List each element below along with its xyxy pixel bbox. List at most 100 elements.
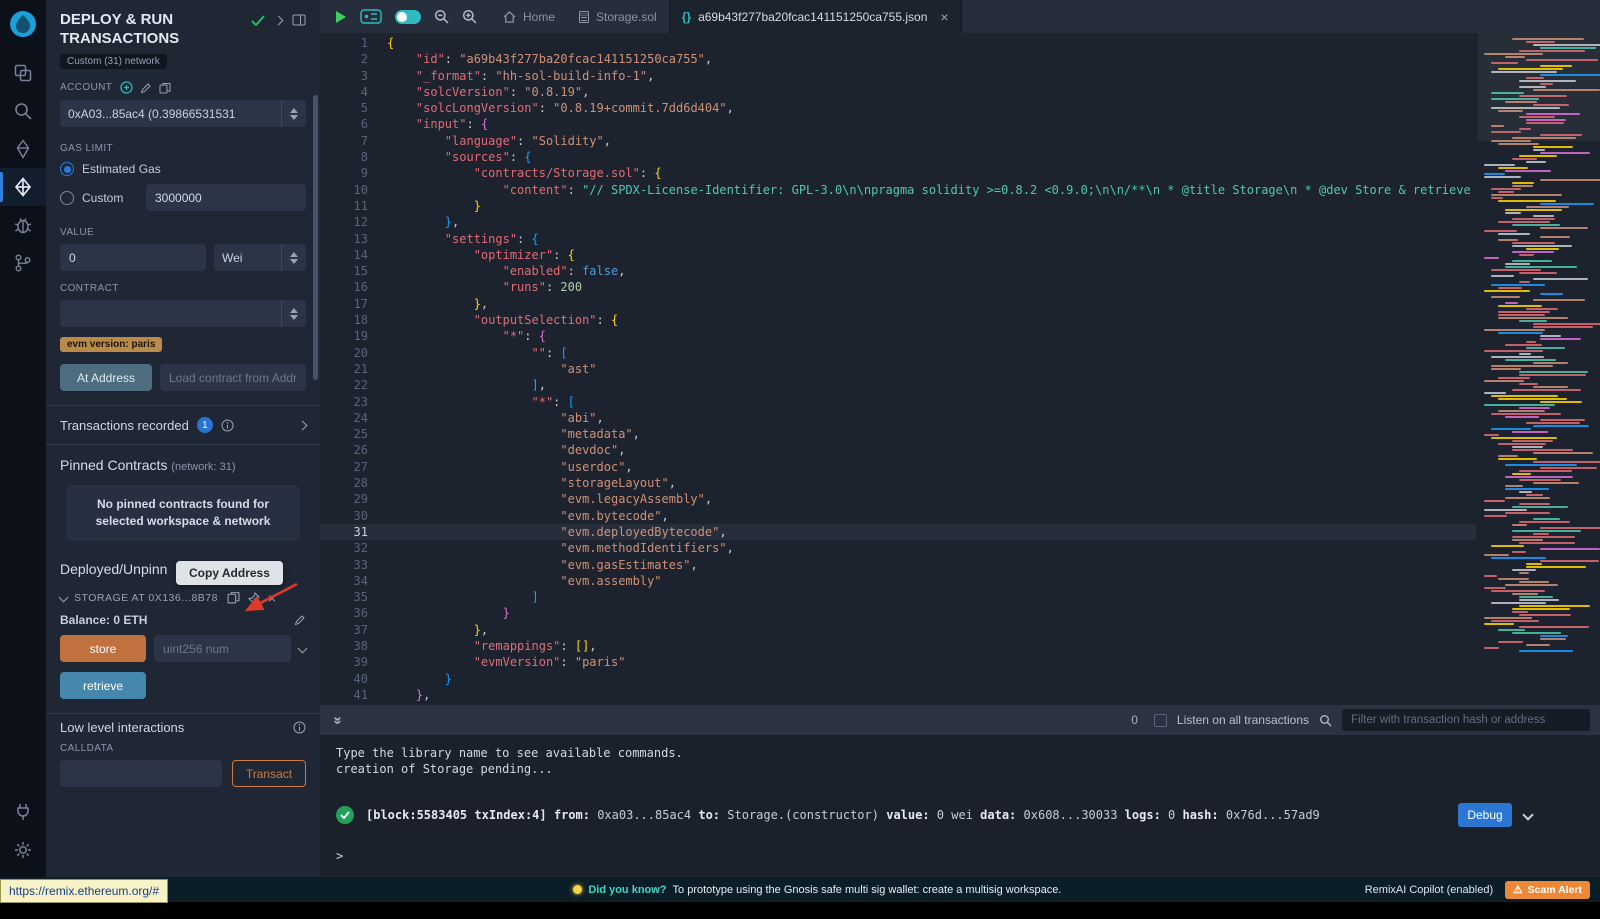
code-line[interactable]: 31 "evm.deployedBytecode",	[320, 524, 1476, 540]
code-line[interactable]: 26 "devdoc",	[320, 442, 1476, 458]
tx-expand-icon[interactable]	[1522, 809, 1533, 820]
edit-account-icon[interactable]	[140, 82, 152, 94]
code-line[interactable]: 12 },	[320, 214, 1476, 230]
store-button[interactable]: store	[60, 635, 146, 662]
value-input[interactable]	[60, 244, 206, 271]
run-script-icon[interactable]	[334, 10, 347, 24]
code-line[interactable]: 9 "contracts/Storage.sol": {	[320, 165, 1476, 181]
sidebar-item-plugin-manager[interactable]	[0, 793, 46, 831]
minimap[interactable]	[1478, 33, 1600, 705]
code-line[interactable]: 19 "*": {	[320, 328, 1476, 344]
code-line[interactable]: 6 "input": {	[320, 116, 1476, 132]
copy-address-icon[interactable]	[227, 591, 240, 604]
code-line[interactable]: 35 ]	[320, 589, 1476, 605]
terminal-filter-input[interactable]	[1342, 709, 1590, 731]
value-unit-select[interactable]: Wei	[214, 244, 306, 271]
code-line[interactable]: 41 },	[320, 687, 1476, 703]
edit-balance-icon[interactable]	[294, 614, 306, 626]
code-line[interactable]: 28 "storageLayout",	[320, 475, 1476, 491]
copy-account-icon[interactable]	[159, 82, 171, 94]
code-line[interactable]: 17 },	[320, 296, 1476, 312]
gas-estimated-radio[interactable]: Estimated Gas	[60, 162, 306, 176]
code-line[interactable]: 25 "metadata",	[320, 426, 1476, 442]
calldata-input[interactable]	[60, 760, 222, 787]
code-line[interactable]: 13 "settings": {	[320, 231, 1476, 247]
listen-all-checkbox[interactable]	[1154, 714, 1167, 727]
code-line[interactable]: 18 "outputSelection": {	[320, 312, 1476, 328]
code-editor[interactable]: 1{2 "id": "a69b43f277ba20fcac141151250ca…	[320, 33, 1600, 705]
code-line[interactable]: 40 }	[320, 671, 1476, 687]
remove-contract-icon[interactable]: ×	[268, 593, 276, 603]
zoom-in-icon[interactable]	[462, 9, 477, 24]
tab-build-info-json[interactable]: {} a69b43f277ba20fcac141151250ca755.json…	[669, 0, 962, 33]
terminal-search-icon[interactable]	[1319, 714, 1332, 727]
code-line[interactable]: 20 "": [	[320, 345, 1476, 361]
code-line[interactable]: 16 "runs": 200	[320, 279, 1476, 295]
code-line[interactable]: 39 "evmVersion": "paris"	[320, 654, 1476, 670]
sidebar-item-search[interactable]	[0, 92, 46, 130]
code-line[interactable]: 29 "evm.legacyAssembly",	[320, 491, 1476, 507]
at-address-input[interactable]	[160, 364, 306, 391]
info-icon[interactable]	[293, 721, 306, 734]
code-line[interactable]: 21 "ast"	[320, 361, 1476, 377]
close-tab-icon[interactable]: ×	[940, 9, 948, 25]
code-line[interactable]: 34 "evm.assembly"	[320, 573, 1476, 589]
ai-copilot-toggle[interactable]	[395, 10, 421, 24]
code-line[interactable]: 14 "optimizer": {	[320, 247, 1476, 263]
terminal-prompt[interactable]: >	[336, 849, 1584, 863]
copilot-status[interactable]: RemixAI Copilot (enabled)	[1365, 884, 1493, 896]
code-line[interactable]: 27 "userdoc",	[320, 459, 1476, 475]
code-line[interactable]: 32 "evm.methodIdentifiers",	[320, 540, 1476, 556]
code-line[interactable]: 30 "evm.bytecode",	[320, 508, 1476, 524]
code-line[interactable]: 37 },	[320, 622, 1476, 638]
expand-args-icon[interactable]	[298, 644, 308, 654]
sidebar-item-file-explorer[interactable]	[0, 54, 46, 92]
account-select[interactable]: 0xA03...85ac4 (0.39866531531	[60, 100, 306, 127]
code-line[interactable]: 36 }	[320, 605, 1476, 621]
sidebar-item-debugger[interactable]	[0, 206, 46, 244]
code-line[interactable]: 24 "abi",	[320, 410, 1476, 426]
panel-forward-icon[interactable]	[274, 15, 284, 25]
code-line[interactable]: 5 "solcLongVersion": "0.8.19+commit.7dd6…	[320, 100, 1476, 116]
code-line[interactable]: 15 "enabled": false,	[320, 263, 1476, 279]
code-line[interactable]: 1{	[320, 35, 1476, 51]
gas-custom-input[interactable]	[146, 184, 306, 211]
code-line[interactable]: 2 "id": "a69b43f277ba20fcac141151250ca75…	[320, 51, 1476, 67]
code-line[interactable]: 4 "solcVersion": "0.8.19",	[320, 84, 1476, 100]
remix-logo[interactable]	[7, 8, 39, 40]
code-line[interactable]: 38 "remappings": [],	[320, 638, 1476, 654]
code-line[interactable]: 3 "_format": "hh-sol-build-info-1",	[320, 68, 1476, 84]
sidebar-item-deploy-run[interactable]	[0, 168, 46, 206]
code-line[interactable]: 33 "evm.gasEstimates",	[320, 557, 1476, 573]
retrieve-button[interactable]: retrieve	[60, 672, 146, 699]
store-arg-input[interactable]	[154, 635, 291, 662]
code-line[interactable]: 7 "language": "Solidity",	[320, 133, 1476, 149]
script-runner-icon[interactable]	[360, 9, 382, 24]
scam-alert-badge[interactable]: ⚠ Scam Alert	[1505, 881, 1590, 899]
code-line[interactable]: 8 "sources": {	[320, 149, 1476, 165]
tab-home[interactable]: Home	[491, 0, 567, 33]
gas-custom-radio[interactable]: Custom	[60, 191, 146, 205]
zoom-out-icon[interactable]	[434, 9, 449, 24]
tab-storage-sol[interactable]: Storage.sol	[567, 0, 669, 33]
code-line[interactable]: 10 "content": "// SPDX-License-Identifie…	[320, 182, 1476, 198]
pin-panel-icon[interactable]	[292, 14, 306, 26]
debug-button[interactable]: Debug	[1458, 803, 1512, 827]
sidebar-item-git[interactable]	[0, 244, 46, 282]
contract-select[interactable]	[60, 300, 306, 327]
panel-scrollbar[interactable]	[313, 95, 318, 380]
code-line[interactable]: 23 "*": [	[320, 394, 1476, 410]
info-icon[interactable]	[221, 419, 234, 432]
code-line[interactable]: 22 ],	[320, 377, 1476, 393]
transact-button[interactable]: Transact	[232, 760, 306, 787]
add-account-icon[interactable]	[120, 81, 133, 94]
transactions-expand-icon[interactable]	[298, 420, 308, 430]
at-address-button[interactable]: At Address	[60, 364, 152, 391]
code-line[interactable]: 11 }	[320, 198, 1476, 214]
transaction-log-row[interactable]: [block:5583405 txIndex:4] from: 0xa03...…	[336, 803, 1584, 827]
terminal-collapse-icon[interactable]: »	[330, 716, 347, 724]
sidebar-item-solidity-compiler[interactable]	[0, 130, 46, 168]
pin-contract-icon[interactable]	[248, 592, 260, 604]
contract-collapse-icon[interactable]	[59, 593, 69, 603]
sidebar-item-settings[interactable]	[0, 831, 46, 869]
